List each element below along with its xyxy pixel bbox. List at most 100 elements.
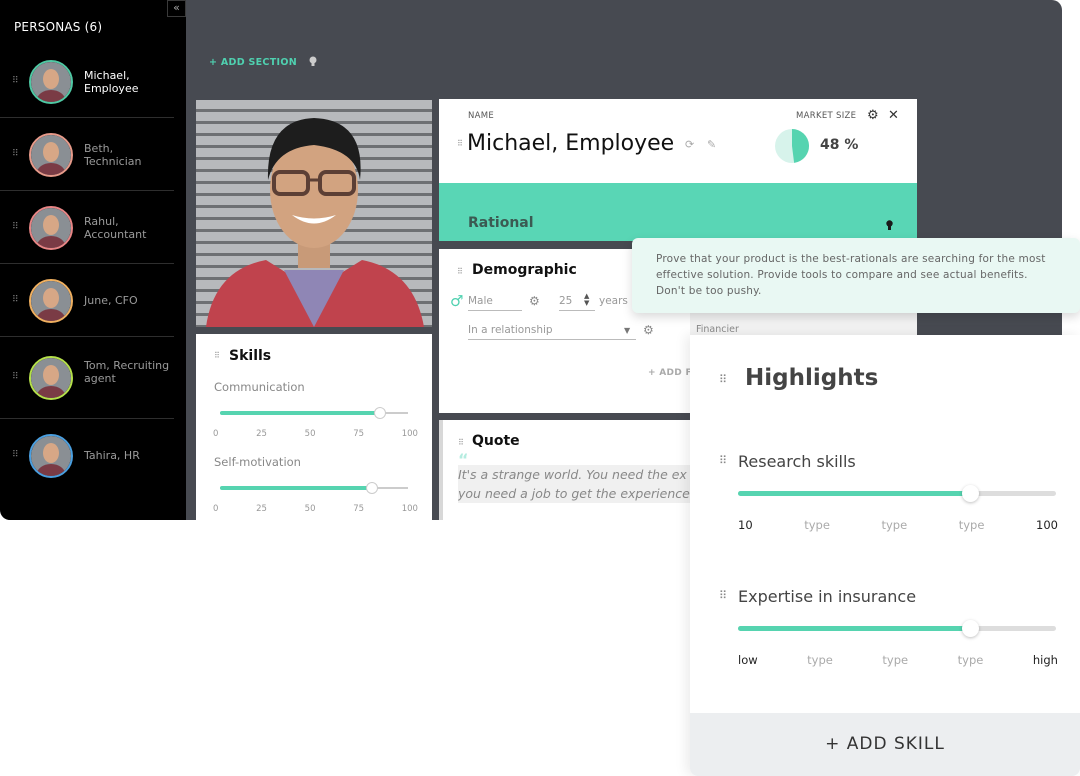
tick-label: 100 xyxy=(401,429,418,439)
tick-label: type xyxy=(807,653,833,667)
persona-name[interactable]: Michael, Employee xyxy=(467,131,674,156)
age-unit: years xyxy=(599,295,628,307)
tick-label: 0 xyxy=(213,429,219,439)
drag-handle-icon[interactable]: ⠿ xyxy=(12,372,19,382)
drag-handle-icon[interactable]: ⠿ xyxy=(12,76,19,86)
persona-label: Tahira, HR xyxy=(84,448,140,462)
slider-fill xyxy=(220,411,380,415)
slider-thumb[interactable] xyxy=(962,620,980,637)
tick-label: type xyxy=(957,653,984,667)
tick-label: 100 xyxy=(401,504,418,514)
slider-ticks: 10 type type type 100 xyxy=(738,518,1058,532)
drag-handle-icon[interactable]: ⠿ xyxy=(719,373,727,386)
highlight-slider[interactable] xyxy=(738,620,1056,637)
rational-section[interactable]: Rational xyxy=(439,183,917,241)
age-field[interactable]: 25 xyxy=(559,295,595,311)
skills-card: ⠿ Skills Communication 0 25 50 75 100 Self-mot… xyxy=(196,334,432,520)
tick-label: 50 xyxy=(304,504,316,514)
lightbulb-icon[interactable] xyxy=(309,56,317,70)
market-size-value: 48 % xyxy=(820,137,859,153)
drag-handle-icon[interactable]: ⠿ xyxy=(457,139,463,148)
drag-handle-icon[interactable]: ⠿ xyxy=(719,589,727,602)
gender-field[interactable]: Male xyxy=(468,295,522,311)
avatar[interactable] xyxy=(29,59,73,104)
skill-label: Self-motivation xyxy=(214,455,301,469)
persona-item[interactable]: ⠿ June, CFO xyxy=(0,264,174,337)
skill-label: Communication xyxy=(214,380,305,394)
name-caption: NAME xyxy=(468,111,495,121)
rational-title: Rational xyxy=(468,215,534,231)
slider-ticks: low type type type high xyxy=(738,653,1058,667)
tick-label: 50 xyxy=(304,429,316,439)
quote-card: ⠿ Quote “ It's a strange world. You need… xyxy=(439,420,698,520)
avatar[interactable] xyxy=(29,132,73,177)
persona-label: Rahul, Accountant xyxy=(84,214,147,241)
tick-label: 0 xyxy=(213,504,219,514)
personas-sidebar: « PERSONAS (6) ⠿ Michael, Employee ⠿ Beth, … xyxy=(0,0,186,520)
highlight-label: Expertise in insurance xyxy=(738,587,917,606)
tick-label: 100 xyxy=(1036,518,1058,532)
gear-icon[interactable]: ⚙ xyxy=(643,323,654,337)
relationship-select[interactable]: In a relationship xyxy=(468,324,636,340)
tick-label: 75 xyxy=(353,429,365,439)
slider-fill xyxy=(220,486,373,490)
gear-icon[interactable]: ⚙ xyxy=(867,108,879,123)
tick-label: type xyxy=(881,518,908,532)
collapse-sidebar-button[interactable]: « xyxy=(167,0,186,17)
slider-fill xyxy=(738,626,971,631)
highlights-title: Highlights xyxy=(745,365,879,391)
persona-label: June, CFO xyxy=(84,293,138,307)
market-size-caption: MARKET SIZE xyxy=(796,111,857,121)
add-skill-button[interactable]: + ADD SKILL xyxy=(690,713,1080,776)
male-icon: ♂ xyxy=(450,292,464,310)
drag-handle-icon[interactable]: ⠿ xyxy=(458,438,464,447)
highlight-slider[interactable] xyxy=(738,485,1056,502)
chevron-down-icon[interactable]: ▼ xyxy=(624,326,630,335)
persona-label: Tom, Recruiting agent xyxy=(84,359,170,385)
avatar[interactable] xyxy=(29,205,73,250)
skill-slider[interactable] xyxy=(220,482,408,494)
drag-handle-icon[interactable]: ⠿ xyxy=(457,267,463,276)
persona-photo[interactable] xyxy=(196,100,432,327)
name-card: NAME ⠿ Michael, Employee ⟳ ✎ MARKET SIZE… xyxy=(439,99,917,183)
skill-slider[interactable] xyxy=(220,407,408,419)
lightbulb-icon[interactable] xyxy=(886,216,893,235)
gear-icon[interactable]: ⚙ xyxy=(529,294,540,308)
tick-label: 75 xyxy=(353,504,365,514)
slider-ticks: 0 25 50 75 100 xyxy=(213,429,418,439)
tick-label: low xyxy=(738,653,758,667)
occupation-field[interactable]: Financier xyxy=(696,324,739,335)
add-field-button[interactable]: + ADD FI xyxy=(648,368,696,378)
tick-label: 10 xyxy=(738,518,753,532)
persona-item[interactable]: ⠿ Tahira, HR xyxy=(0,419,174,492)
persona-item[interactable]: ⠿ Tom, Recruiting agent xyxy=(0,337,174,419)
drag-handle-icon[interactable]: ⠿ xyxy=(214,351,220,360)
avatar[interactable] xyxy=(29,278,73,323)
avatar[interactable] xyxy=(29,356,73,400)
quote-line: you need a job to get the experience xyxy=(458,486,690,501)
age-stepper[interactable]: ▲ ▼ xyxy=(584,293,589,307)
slider-fill xyxy=(738,491,971,496)
avatar[interactable] xyxy=(29,433,73,478)
quote-line: It's a strange world. You need the ex xyxy=(458,467,687,482)
drag-handle-icon[interactable]: ⠿ xyxy=(12,450,19,460)
refresh-icon[interactable]: ⟳ xyxy=(685,138,694,151)
quote-text[interactable]: It's a strange world. You need the ex yo… xyxy=(458,465,698,503)
add-section-button[interactable]: + ADD SECTION xyxy=(209,57,297,68)
drag-handle-icon[interactable]: ⠿ xyxy=(12,222,19,232)
demographic-extension: Financier xyxy=(690,313,917,335)
persona-item[interactable]: ⠿ Michael, Employee xyxy=(0,45,174,118)
tick-label: 25 xyxy=(256,504,267,514)
slider-thumb[interactable] xyxy=(962,485,980,502)
drag-handle-icon[interactable]: ⠿ xyxy=(12,295,19,305)
slider-thumb[interactable] xyxy=(366,482,379,494)
tick-label: type xyxy=(804,518,830,532)
drag-handle-icon[interactable]: ⠿ xyxy=(719,454,727,467)
persona-item[interactable]: ⠿ Rahul, Accountant xyxy=(0,191,174,264)
pencil-icon[interactable]: ✎ xyxy=(707,138,716,151)
slider-thumb[interactable] xyxy=(373,407,386,419)
market-size-pie xyxy=(775,129,809,163)
drag-handle-icon[interactable]: ⠿ xyxy=(12,149,19,159)
persona-item[interactable]: ⠿ Beth, Technician xyxy=(0,118,174,191)
close-icon[interactable]: ✕ xyxy=(888,108,899,123)
